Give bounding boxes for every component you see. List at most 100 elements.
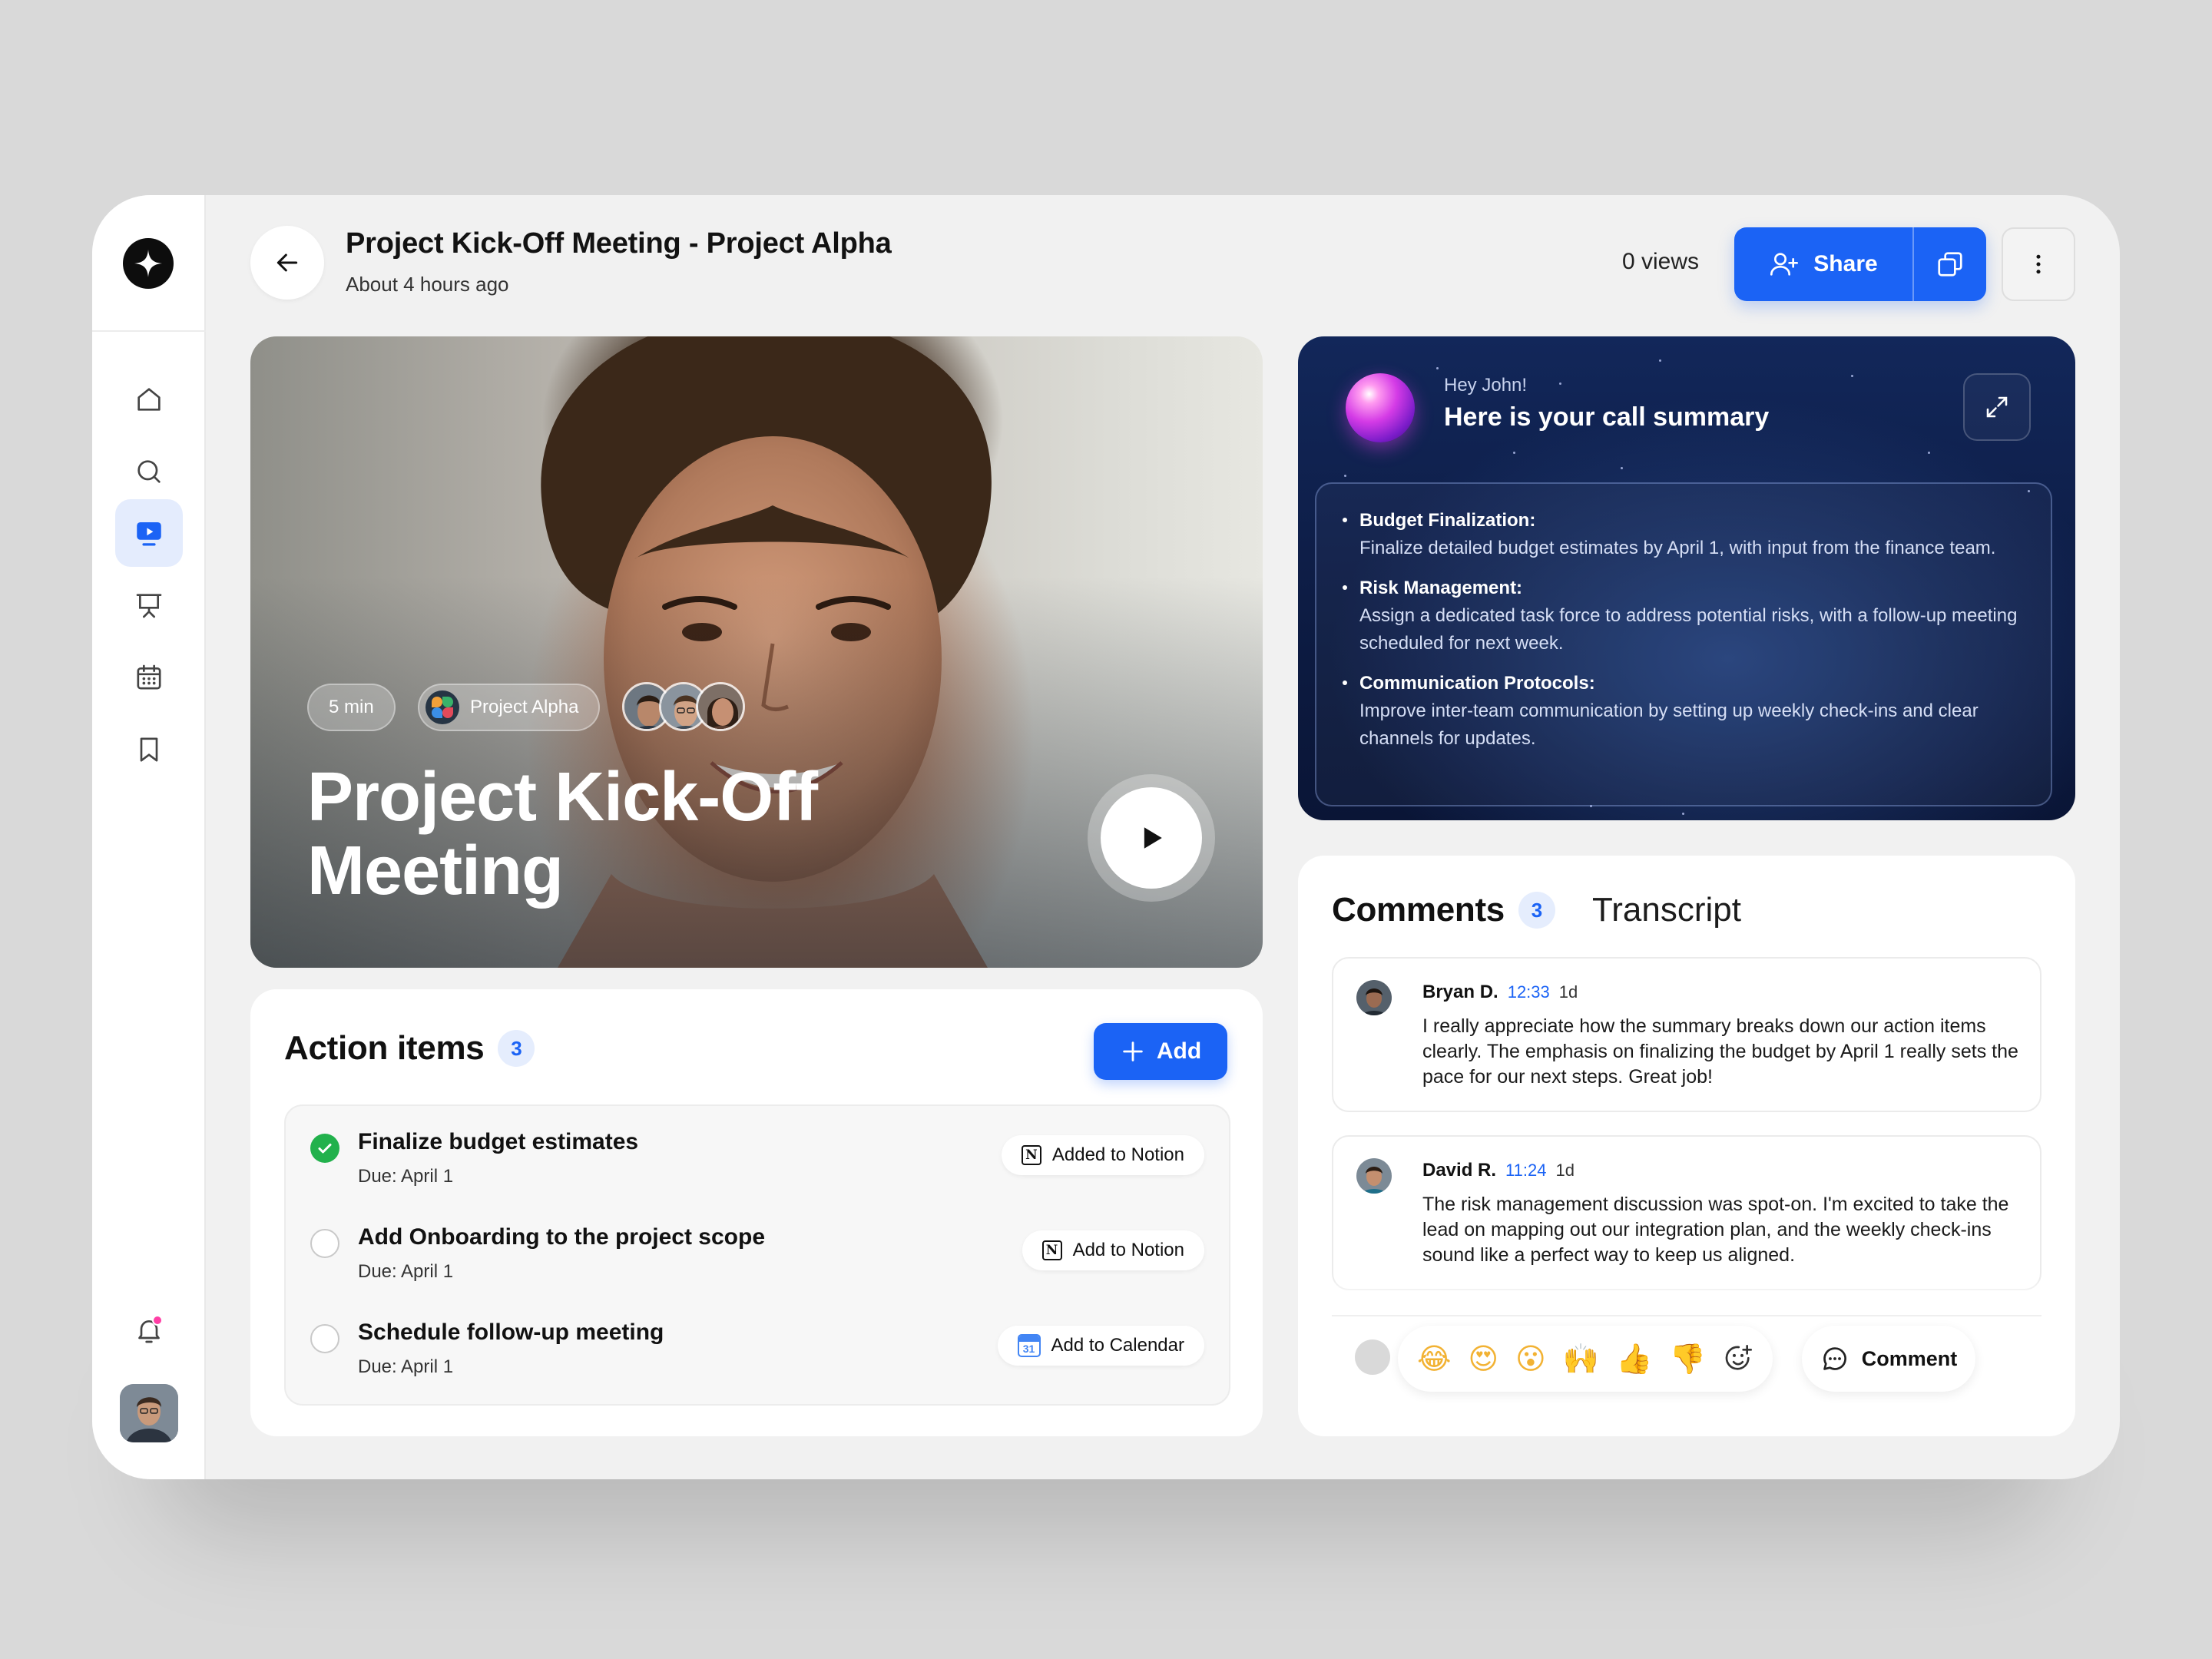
call-summary-card: Hey John! Here is your call summary Budg… <box>1298 336 2075 820</box>
summary-point-title: Risk Management: <box>1359 578 1523 598</box>
action-items-card: Action items 3 Add Finalize budget estim… <box>250 989 1263 1436</box>
duration-badge: 5 min <box>307 684 396 731</box>
action-item-title: Schedule follow-up meeting <box>358 1320 664 1345</box>
bookmark-icon <box>140 737 158 762</box>
more-vertical-icon <box>2036 254 2041 274</box>
action-item-due: Due: April 1 <box>358 1356 454 1377</box>
comment-author-name: Bryan D. <box>1422 982 1498 1002</box>
video-title: Project Kick-Off Meeting <box>307 759 818 909</box>
comment-label: Comment <box>1861 1346 1958 1370</box>
plus-icon <box>1123 1041 1143 1061</box>
comment-item: David R. 11:24 1d The risk management disc… <box>1332 1135 2041 1290</box>
calendar-icon <box>137 664 161 690</box>
more-options-button[interactable] <box>2002 227 2075 301</box>
action-item-title: Finalize budget estimates <box>358 1129 639 1154</box>
summary-point-title: Budget Finalization: <box>1359 510 1536 531</box>
action-item-title: Add Onboarding to the project scope <box>358 1224 766 1250</box>
summary-point-body: Finalize detailed budget estimates by Ap… <box>1359 538 1996 558</box>
notion-icon: N <box>1021 1145 1041 1165</box>
comment-author: Bryan D. 12:33 1d <box>1422 982 1578 1003</box>
raised-hands-emoji-icon[interactable]: 🙌 <box>1563 1344 1599 1373</box>
add-label: Add <box>1156 1038 1202 1064</box>
notion-icon: N <box>1041 1240 1062 1260</box>
copy-icon <box>1938 252 1962 276</box>
play-button[interactable] <box>1088 774 1215 902</box>
summary-greeting: Hey John! <box>1444 375 1528 396</box>
tag-label: Add to Notion <box>1072 1240 1184 1260</box>
add-action-item-button[interactable]: Add <box>1094 1023 1227 1080</box>
summary-point: Budget Finalization: Finalize detailed b… <box>1343 507 2023 562</box>
video-icon <box>137 522 161 546</box>
checkbox[interactable] <box>310 1229 339 1258</box>
tag-label: Add to Calendar <box>1051 1335 1184 1356</box>
action-item[interactable]: Schedule follow-up meeting Due: April 1 … <box>286 1296 1229 1392</box>
share-button[interactable]: Share <box>1734 227 1912 301</box>
completed-checkbox[interactable] <box>310 1134 339 1163</box>
app-window: Project Kick-Off Meeting - Project Alpha… <box>92 195 2120 1479</box>
logo-icon[interactable] <box>123 238 174 289</box>
chat-bubble-icon <box>1823 1347 1846 1370</box>
back-button[interactable] <box>250 226 324 300</box>
sidebar-item-presentations[interactable] <box>115 571 183 639</box>
comment-text: I really appreciate how the summary brea… <box>1422 1015 2018 1088</box>
summary-point: Communication Protocols: Improve inter-t… <box>1343 670 2023 753</box>
project-badge[interactable]: Project Alpha <box>418 684 601 731</box>
arrow-left-icon <box>276 253 298 272</box>
play-icon <box>1144 827 1162 849</box>
google-calendar-icon: 31 <box>1017 1334 1041 1357</box>
video-player[interactable]: 5 min Project Alpha Project Kick-Off Mee… <box>250 336 1263 968</box>
comment-button[interactable]: Comment <box>1802 1326 1975 1392</box>
laugh-emoji-icon[interactable]: 😂 <box>1417 1344 1451 1373</box>
action-item-due: Due: April 1 <box>358 1261 454 1282</box>
add-to-notion-button[interactable]: N Add to Notion <box>1022 1230 1204 1270</box>
summary-points: Budget Finalization: Finalize detailed b… <box>1315 482 2052 806</box>
participant-avatars[interactable] <box>622 682 745 731</box>
current-user-avatar <box>1355 1339 1390 1375</box>
checkbox[interactable] <box>310 1324 339 1353</box>
comment-timestamp[interactable]: 12:33 <box>1508 982 1550 1002</box>
tab-transcript[interactable]: Transcript <box>1592 891 1741 929</box>
action-item[interactable]: Finalize budget estimates Due: April 1 N… <box>286 1106 1229 1201</box>
ai-assistant-orb-icon <box>1346 373 1415 442</box>
sidebar-item-recordings[interactable] <box>115 499 183 567</box>
comment-author-name: David R. <box>1422 1160 1497 1181</box>
comment-text: The risk management discussion was spot-… <box>1422 1194 2009 1266</box>
surprised-emoji-icon[interactable]: 😮 <box>1515 1344 1546 1373</box>
add-reaction-button[interactable] <box>1723 1343 1753 1374</box>
add-to-calendar-button[interactable]: 31 Add to Calendar <box>997 1326 1204 1366</box>
check-icon <box>318 1144 332 1154</box>
share-label: Share <box>1813 251 1878 276</box>
comments-count: 3 <box>1518 892 1555 929</box>
home-icon <box>137 388 161 411</box>
copy-link-button[interactable] <box>1914 227 1986 301</box>
expand-summary-button[interactable] <box>1963 373 2031 441</box>
project-label: Project Alpha <box>470 697 579 717</box>
user-avatar[interactable] <box>120 1384 178 1442</box>
sidebar-item-home[interactable] <box>115 366 183 433</box>
sidebar-item-calendar[interactable] <box>115 644 183 711</box>
summary-point-body: Assign a dedicated task force to address… <box>1359 605 2018 654</box>
notifications-button[interactable] <box>115 1296 183 1364</box>
expand-icon <box>1986 396 2008 418</box>
comment-age: 1d <box>1558 982 1578 1002</box>
summary-point-title: Communication Protocols: <box>1359 673 1595 694</box>
comment-item: Bryan D. 12:33 1d I really appreciate how … <box>1332 957 2041 1112</box>
view-count: 0 views <box>1622 249 1700 274</box>
notification-dot <box>152 1315 163 1326</box>
tag-label: Added to Notion <box>1051 1144 1184 1165</box>
duration-label: 5 min <box>329 697 374 717</box>
add-emoji-icon <box>1725 1345 1752 1370</box>
action-items-list: Finalize budget estimates Due: April 1 N… <box>284 1104 1230 1406</box>
page-title: Project Kick-Off Meeting - Project Alpha <box>346 227 892 260</box>
sidebar-item-search[interactable] <box>115 438 183 505</box>
thumbs-down-emoji-icon[interactable]: 👎 <box>1670 1344 1706 1373</box>
tab-comments[interactable]: Comments <box>1332 891 1505 929</box>
action-items-title: Action items <box>284 1029 485 1067</box>
sidebar-item-bookmarks[interactable] <box>115 716 183 783</box>
thumbs-up-emoji-icon[interactable]: 👍 <box>1616 1344 1652 1373</box>
action-item[interactable]: Add Onboarding to the project scope Due:… <box>286 1201 1229 1296</box>
heart-eyes-emoji-icon[interactable]: 😍 <box>1468 1344 1498 1373</box>
notion-tag[interactable]: N Added to Notion <box>1001 1135 1204 1175</box>
list-fade <box>1313 1275 2060 1321</box>
comment-timestamp[interactable]: 11:24 <box>1505 1161 1546 1180</box>
